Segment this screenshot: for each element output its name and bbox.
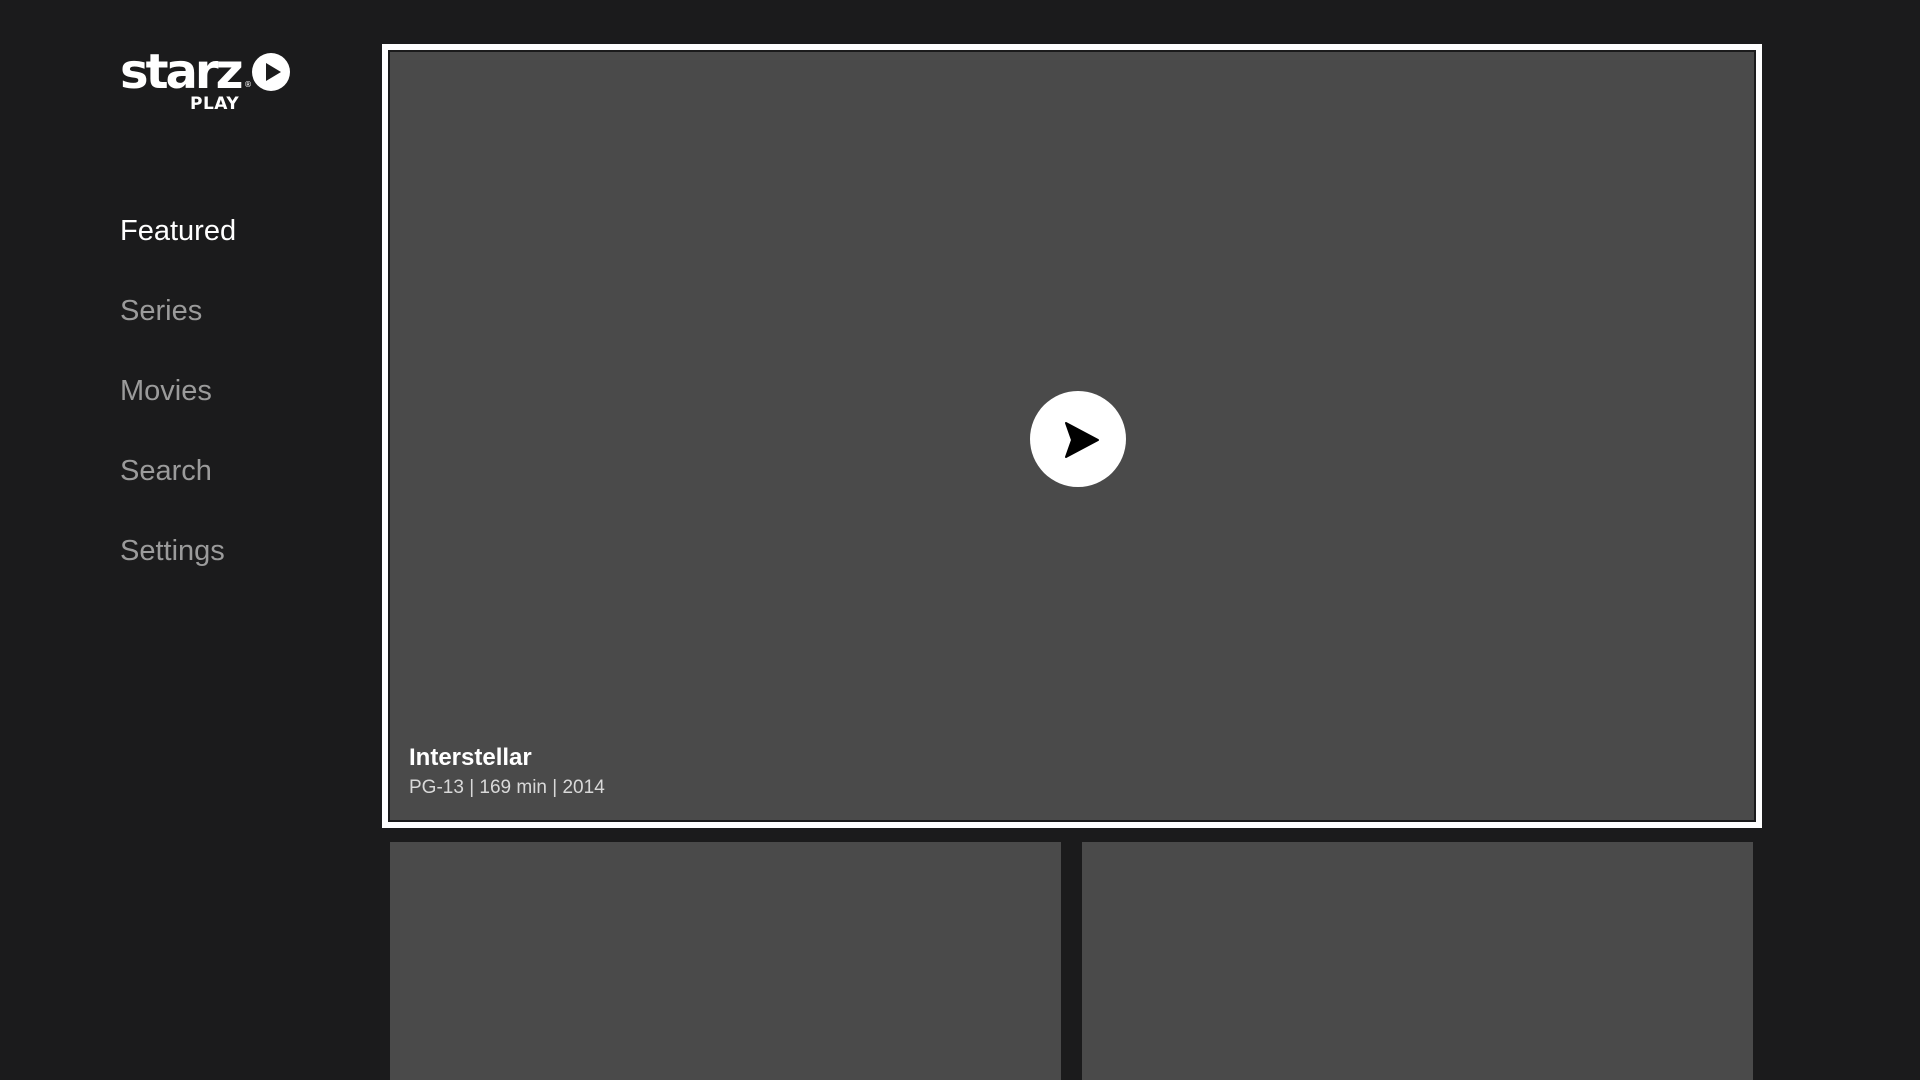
hero-meta: PG-13 | 169 min | 2014 xyxy=(409,777,605,798)
nav-item-settings[interactable]: Settings xyxy=(120,526,236,606)
sidebar-nav: Featured Series Movies Search Settings xyxy=(120,206,236,606)
play-icon xyxy=(1065,422,1099,458)
starz-play-logo: starz ® PLAY xyxy=(120,46,300,116)
hero-title: Interstellar xyxy=(409,744,532,771)
nav-item-search[interactable]: Search xyxy=(120,446,236,526)
nav-item-featured[interactable]: Featured xyxy=(120,206,236,286)
play-circle-icon xyxy=(252,53,290,91)
content-tile[interactable] xyxy=(390,842,1061,1080)
nav-item-series[interactable]: Series xyxy=(120,286,236,366)
content-tile[interactable] xyxy=(1082,842,1753,1080)
play-button[interactable] xyxy=(1030,391,1126,487)
starz-play-app: starz ® PLAY Featured Series Movies Sear… xyxy=(0,0,1920,1080)
logo-play-text: PLAY xyxy=(190,94,240,114)
logo-wordmark: starz xyxy=(120,44,244,100)
featured-hero-card[interactable]: Interstellar PG-13 | 169 min | 2014 xyxy=(382,44,1762,828)
hero-artwork: Interstellar PG-13 | 169 min | 2014 xyxy=(388,50,1756,822)
nav-item-movies[interactable]: Movies xyxy=(120,366,236,446)
